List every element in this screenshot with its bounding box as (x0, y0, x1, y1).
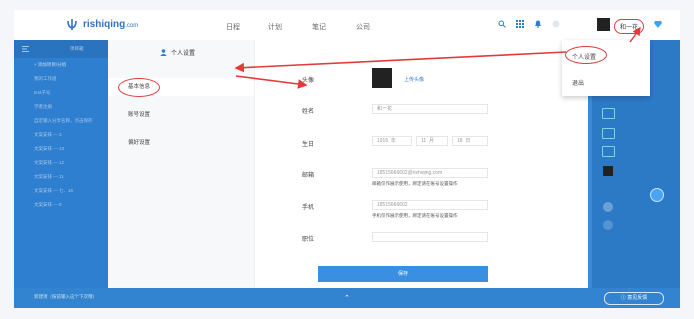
status-dot-icon (603, 220, 613, 230)
name-input[interactable]: 和一花 (372, 104, 488, 114)
note-icon[interactable] (602, 128, 615, 139)
sidebar-header-label: 项目箱 (70, 46, 84, 51)
thumbnail-avatar (603, 166, 613, 176)
sidebar-item[interactable]: 学者注册 (14, 100, 108, 114)
user-name-menu[interactable]: 和一花 (614, 19, 645, 34)
tab-account-settings[interactable]: 账号设置 (108, 106, 254, 124)
status-circle-icon[interactable] (552, 20, 560, 28)
nav-plan[interactable]: 计划 (268, 22, 282, 32)
phone-label: 手机 (302, 205, 315, 211)
birthday-day-select[interactable]: 18 日 (452, 136, 488, 146)
annotation-circle (118, 78, 160, 97)
birthday-year-select[interactable]: 1916 年 (372, 136, 412, 146)
save-button[interactable]: 保存 (318, 266, 488, 282)
user-avatar[interactable] (597, 18, 610, 31)
nav-calendar[interactable]: 日程 (226, 22, 240, 32)
position-label: 职位 (302, 237, 315, 243)
brand-suffix: .com (125, 23, 139, 29)
search-icon[interactable] (498, 20, 506, 28)
add-project-button[interactable]: + 添加项目/分组 (14, 58, 108, 72)
avatar-label: 头像 (302, 78, 315, 84)
day-unit: 日 (465, 138, 471, 144)
upload-avatar-link[interactable]: 上传头像 (404, 76, 424, 83)
birthday-label: 生日 (302, 142, 315, 148)
profile-avatar (372, 68, 392, 88)
annotation-circle (565, 46, 607, 64)
feedback-button[interactable]: ⓘ 意见反馈 (604, 292, 664, 305)
sidebar-item[interactable]: 文案安排 — 12 (14, 156, 108, 170)
status-dot-icon (603, 202, 613, 212)
note-icon[interactable] (602, 146, 615, 157)
menu-item-logout[interactable]: 退出 (572, 78, 584, 87)
name-label: 姓名 (302, 109, 315, 115)
new-item-hint[interactable]: 新建项（按前输入这个下次哦） (34, 294, 97, 300)
apps-grid-icon[interactable] (516, 20, 524, 28)
user-dropdown-menu: 个人设置 退出 (562, 40, 650, 96)
sidebar-item[interactable]: 我的工作组 (14, 72, 108, 86)
app-window: rishiqing.com 日程 计划 笔记 公司 和一花 项目箱 + 添加项目… (14, 10, 680, 308)
sidebar-item[interactable]: 文案安排 — 8 (14, 198, 108, 212)
email-label: 邮箱 (302, 173, 315, 179)
year-unit: 年 (390, 138, 396, 144)
vip-diamond-icon[interactable] (654, 21, 662, 28)
basic-info-form: 头像 上传头像 姓名 和一花 生日 1916 年 11 月 18 日 邮箱 18… (254, 40, 588, 288)
phone-hint: 手机仅作展示使用，绑定请在账号设置操作 (372, 213, 458, 218)
project-sidebar: 项目箱 + 添加项目/分组 我的工作组 test子号 学者注册 自定输入分享名称… (14, 40, 108, 308)
bottom-bar: 新建项（按前输入这个下次哦） ⌃ ⓘ 意见反馈 (14, 288, 680, 308)
email-hint: 邮箱仅作展示使用，绑定请在账号设置操作 (372, 181, 458, 186)
nav-company[interactable]: 公司 (356, 22, 370, 32)
sidebar-item[interactable]: test子号 (14, 86, 108, 100)
month-unit: 月 (428, 138, 434, 144)
sidebar-item[interactable]: 自定输入分享名称，点击保存 (14, 114, 108, 128)
phone-input[interactable]: 18515666602 (372, 200, 488, 210)
note-icon[interactable] (602, 108, 615, 119)
sidebar-item[interactable]: 文案安排 — 3 (14, 128, 108, 142)
modal-title: 个人设置 (171, 51, 196, 57)
brand-name: rishiqing (83, 19, 126, 30)
logo-icon (67, 19, 77, 30)
menu-icon[interactable] (22, 46, 29, 52)
settings-nav: 个人设置 基本信息 账号设置 偏好设置 (108, 40, 255, 288)
sidebar-item[interactable]: 文案安排 — 13 (14, 142, 108, 156)
feedback-label: 意见反馈 (627, 295, 648, 301)
chevron-up-icon[interactable]: ⌃ (344, 294, 350, 302)
sidebar-item[interactable]: 文案安排 — 七、16 (14, 184, 108, 198)
user-icon (160, 49, 167, 56)
bell-icon[interactable] (534, 20, 542, 28)
personal-settings-modal: 个人设置 基本信息 账号设置 偏好设置 头像 上传头像 姓名 和一花 生日 19… (108, 40, 588, 288)
logo[interactable]: rishiqing.com (66, 18, 138, 31)
position-input[interactable] (372, 232, 488, 242)
add-circle-icon[interactable] (650, 188, 664, 202)
nav-notes[interactable]: 笔记 (312, 22, 326, 32)
email-input[interactable]: 18515666602@rishiqing.com (372, 168, 488, 178)
tab-preferences[interactable]: 偏好设置 (108, 134, 254, 152)
birthday-month-select[interactable]: 11 月 (416, 136, 448, 146)
sidebar-item[interactable]: 文案安排 — 11 (14, 170, 108, 184)
top-navbar: rishiqing.com 日程 计划 笔记 公司 和一花 (14, 10, 680, 41)
